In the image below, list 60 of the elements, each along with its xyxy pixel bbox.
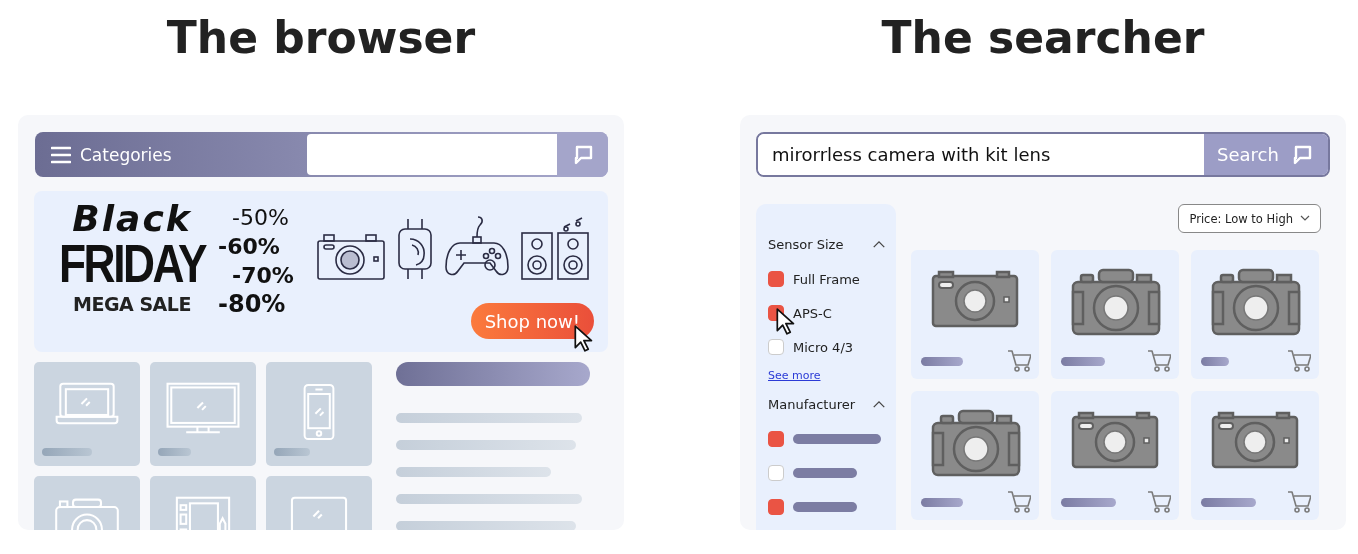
section-heading: The searcher: [880, 11, 1206, 65]
see-more-link[interactable]: See more: [768, 369, 821, 382]
section-heading: The browser: [165, 11, 477, 65]
shopping-cart-icon[interactable]: [1287, 349, 1311, 373]
camera-icon: [316, 231, 386, 281]
search-field[interactable]: mirorrless camera with kit lens: [758, 134, 1204, 175]
filter-option-label: Full Frame: [793, 271, 860, 287]
camera-icon: [1071, 266, 1161, 338]
product-tile[interactable]: [266, 362, 372, 466]
discount-label: -80%: [218, 290, 287, 319]
filter-option-label: Micro 4/3: [793, 339, 854, 355]
discount-label: -70%: [231, 262, 295, 290]
placeholder-bar: [158, 448, 191, 456]
shopping-cart-icon[interactable]: [1147, 490, 1171, 514]
product-card[interactable]: [1051, 391, 1179, 520]
dropdown-caret-icon: [1300, 215, 1310, 222]
camera-icon: [931, 407, 1021, 479]
shopping-cart-icon[interactable]: [1007, 490, 1031, 514]
product-card[interactable]: [1191, 250, 1319, 379]
shopping-cart-icon[interactable]: [1007, 349, 1031, 373]
product-card[interactable]: [1191, 391, 1319, 520]
checkbox[interactable]: [768, 499, 784, 515]
product-card[interactable]: [911, 391, 1039, 520]
watch-icon: [396, 217, 434, 281]
checkbox[interactable]: [768, 271, 784, 287]
filter-heading: Manufacturer: [768, 397, 856, 412]
collapse-chevron-icon[interactable]: [872, 239, 886, 250]
placeholder-bar: [1201, 497, 1256, 507]
placeholder-bar: [793, 502, 857, 512]
discount-label: -60%: [218, 233, 281, 261]
search-field[interactable]: [307, 134, 557, 175]
banner-title: Black: [72, 201, 192, 237]
placeholder-bar: [1061, 497, 1116, 507]
checkbox[interactable]: [768, 465, 784, 481]
categories-button[interactable]: Categories: [35, 132, 307, 177]
banner-title: FRIDAY: [59, 237, 205, 289]
placeholder-bar: [1201, 356, 1229, 366]
speakers-icon: [520, 217, 592, 281]
discount-label: -50%: [231, 204, 290, 232]
product-card[interactable]: [911, 250, 1039, 379]
filter-heading: Sensor Size: [768, 237, 844, 252]
product-card[interactable]: [1051, 250, 1179, 379]
product-tile[interactable]: [150, 362, 256, 466]
placeholder-bar: [42, 448, 92, 456]
placeholder-bar: [793, 468, 857, 478]
sort-dropdown[interactable]: Price: Low to High: [1178, 204, 1321, 233]
shopping-cart-icon[interactable]: [1287, 490, 1311, 514]
checkbox[interactable]: [768, 431, 784, 447]
filter-option-label: APS-C: [793, 305, 832, 321]
menu-icon: [51, 145, 71, 164]
collapse-chevron-icon[interactable]: [872, 399, 886, 410]
checkbox[interactable]: [768, 339, 784, 355]
shopping-cart-icon[interactable]: [1147, 349, 1171, 373]
banner-subtitle: MEGA SALE: [73, 292, 191, 317]
product-tile[interactable]: [34, 362, 140, 466]
placeholder-bar: [921, 497, 963, 507]
placeholder-bar: [1061, 356, 1105, 366]
camera-icon: [1211, 266, 1301, 338]
placeholder-bar: [921, 356, 963, 366]
placeholder-bar: [274, 448, 310, 456]
